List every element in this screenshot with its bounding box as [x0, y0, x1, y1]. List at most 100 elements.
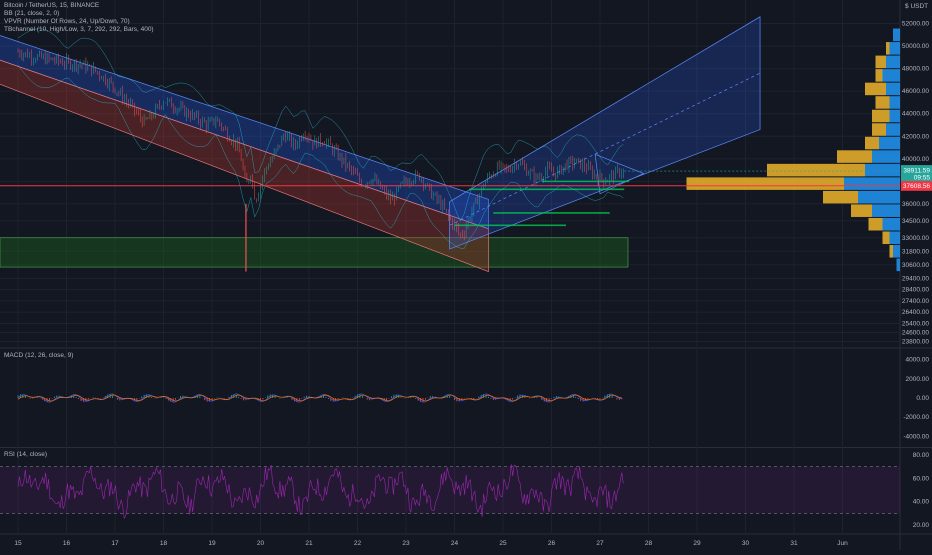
volume-profile-down [882, 231, 890, 245]
price-tick-label: 33000.00 [902, 235, 929, 242]
volume-profile-up [886, 123, 900, 136]
rsi-band-fill [0, 466, 900, 514]
macd-pane-label[interactable]: MACD (12, 26, close, 9) [4, 352, 73, 359]
price-tick-label: 50000.00 [902, 43, 929, 50]
macd-tick-label: 4000.00 [906, 357, 930, 364]
volume-profile-down [872, 123, 886, 136]
price-tick-label: 34500.00 [902, 218, 929, 225]
volume-profile-down [837, 150, 872, 163]
price-tick-label: 27400.00 [902, 298, 929, 305]
countdown-text: 09:55 [914, 174, 931, 181]
support-zone [0, 237, 629, 268]
price-tick-label: 23800.00 [902, 338, 929, 345]
time-tick-label: 17 [111, 540, 119, 547]
time-tick-label: 20 [257, 540, 265, 547]
symbol-title[interactable]: Bitcoin / TetherUS, 15, BINANCE [4, 2, 154, 10]
price-tick-label: 25400.00 [902, 320, 929, 327]
current-price-text: 38911.59 [903, 167, 930, 174]
macd-line [17, 393, 622, 403]
volume-profile-down [886, 42, 890, 55]
volume-profile-down [875, 69, 883, 82]
rsi-tick-label: 40.00 [913, 499, 930, 506]
volume-profile-up [893, 245, 900, 258]
volume-profile-up [889, 231, 900, 245]
volume-profile-down [851, 204, 872, 217]
time-tick-label: 21 [305, 540, 313, 547]
price-tick-label: 26400.00 [902, 309, 929, 316]
time-tick-label: 25 [499, 540, 507, 547]
chart-svg[interactable]: 15 16 17 18 19 20 21 22 23 24 25 26 27 28 29 30 31 Jun 520… [0, 0, 932, 550]
time-tick-label: 27 [596, 540, 604, 547]
time-tick-label: 24 [451, 540, 459, 547]
bb-indicator-label[interactable]: BB (21, close, 2, 0) [4, 10, 154, 18]
volume-profile-up [865, 163, 900, 177]
descending-channel-upper [0, 35, 489, 230]
dollar-icon: $ [905, 3, 909, 10]
currency-code: USDT [910, 3, 929, 10]
volume-profile-down [868, 217, 883, 231]
volume-profile-up [879, 136, 900, 150]
price-tick-label: 28400.00 [902, 287, 929, 294]
volume-profile-up [844, 177, 900, 190]
time-tick-label: 16 [63, 540, 71, 547]
volume-profile-down [875, 55, 886, 69]
marked-price-text: 37608.56 [903, 183, 930, 190]
price-tick-label: 40000.00 [902, 156, 929, 163]
volume-profile-up [889, 109, 900, 123]
volume-profile-down [823, 190, 858, 204]
chart-canvas[interactable]: 15 16 17 18 19 20 21 22 23 24 25 26 27 28 29 30 31 Jun 520… [0, 0, 932, 550]
tbchannel-indicator-label[interactable]: TBchannel (10, High/Low, 3, 7, 292, 292,… [4, 26, 154, 34]
price-tick-label: 48000.00 [902, 66, 929, 73]
volume-profile-down [686, 177, 844, 190]
volume-profile-down [865, 136, 879, 150]
price-tick-label: 52000.00 [902, 21, 929, 28]
price-tick-label: 36000.00 [902, 201, 929, 208]
time-tick-label: 31 [790, 540, 798, 547]
price-tick-label: 31800.00 [902, 248, 929, 255]
macd-tick-label: 0.00 [916, 395, 929, 402]
price-tick-label: 29400.00 [902, 275, 929, 282]
price-tick-label: 24600.00 [902, 329, 929, 336]
volume-profile-up [886, 55, 900, 69]
volume-profile-down [872, 109, 890, 123]
time-tick-label: Jun [837, 540, 848, 547]
rsi-tick-label: 60.00 [913, 475, 930, 482]
volume-profile-down [767, 163, 865, 177]
time-tick-label: 30 [742, 540, 750, 547]
price-tick-label: 46000.00 [902, 88, 929, 95]
time-tick-label: 23 [402, 540, 410, 547]
price-tick-label: 44000.00 [902, 111, 929, 118]
chart-legend: Bitcoin / TetherUS, 15, BINANCE BB (21, … [4, 2, 154, 34]
volume-profile-up [889, 96, 900, 109]
macd-tick-label: -4000.00 [903, 433, 929, 440]
rsi-tick-label: 80.00 [913, 452, 930, 459]
macd-tick-label: -2000.00 [903, 414, 929, 421]
currency-label[interactable]: $ USDT [905, 3, 928, 10]
volume-profile-up [872, 150, 900, 163]
volume-profile-up [872, 204, 900, 217]
time-tick-label: 26 [548, 540, 556, 547]
volume-profile-up [896, 258, 900, 272]
volume-profile-up [889, 42, 900, 55]
price-tick-label: 30600.00 [902, 262, 929, 269]
price-tick-label: 42000.00 [902, 133, 929, 140]
macd-tick-label: 2000.00 [906, 376, 930, 383]
time-tick-label: 28 [645, 540, 653, 547]
rsi-tick-label: 20.00 [913, 522, 930, 529]
time-tick-label: 18 [160, 540, 168, 547]
time-tick-label: 19 [208, 540, 216, 547]
volume-profile-up [886, 82, 900, 96]
volume-profile-up [893, 28, 900, 42]
volume-profile-down [889, 245, 893, 258]
time-tick-label: 15 [14, 540, 22, 547]
rsi-pane-label[interactable]: RSI (14, close) [4, 451, 47, 458]
volume-profile-down [875, 96, 890, 109]
volume-profile-down [865, 82, 886, 96]
time-tick-label: 29 [693, 540, 701, 547]
volume-profile-up [858, 190, 900, 204]
volume-profile-up [882, 217, 900, 231]
volume-profile-up [882, 69, 900, 82]
vpvr-indicator-label[interactable]: VPVR (Number Of Rows, 24, Up/Down, 70) [4, 18, 154, 26]
time-tick-label: 22 [354, 540, 362, 547]
ascending-channel [449, 16, 761, 250]
